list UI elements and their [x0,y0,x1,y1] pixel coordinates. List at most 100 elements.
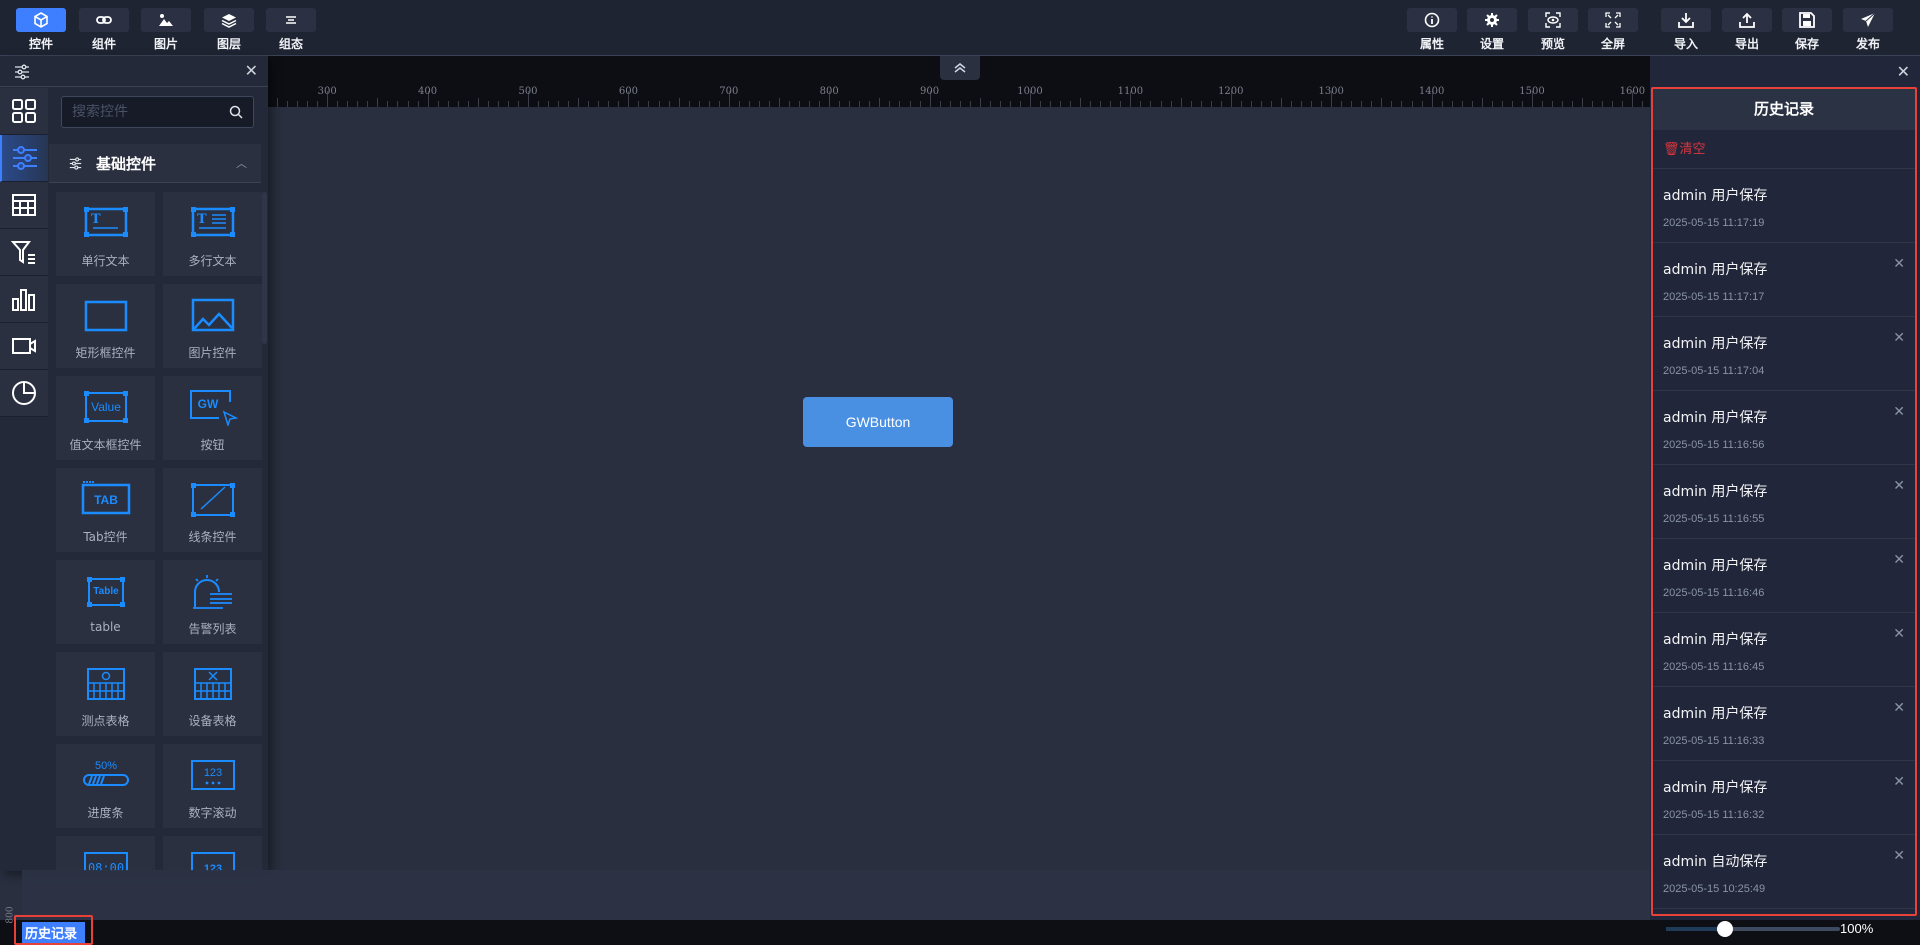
widget-tile[interactable]: 线条控件 [163,468,262,552]
widget-tile[interactable]: Table table [56,560,155,644]
clear-history-button[interactable]: 🗑清空 [1653,130,1915,169]
history-item[interactable]: admin 用户保存 2025-05-15 11:16:45 ✕ [1653,613,1915,687]
toolbar-left-button-2[interactable]: 图片 [141,8,191,52]
delete-history-icon[interactable]: ✕ [1893,330,1905,346]
ruler-label: 400 [418,86,438,97]
history-item[interactable]: admin 用户保存 2025-05-15 11:16:32 ✕ [1653,761,1915,835]
history-item[interactable]: admin 用户保存 2025-05-15 11:17:04 ✕ [1653,317,1915,391]
cube-icon [34,12,48,28]
sidebar-item-pie[interactable] [0,370,48,417]
ruler-tick [1351,101,1353,107]
widget-tile[interactable]: T 单行文本 [56,192,155,276]
ruler-tick [287,101,289,107]
sidebar-item-table[interactable] [0,182,48,229]
toolbar-right-button-5[interactable]: 导出 [1722,8,1772,52]
button-bg [204,8,254,32]
history-item[interactable]: admin 用户保存 2025-05-15 11:16:33 ✕ [1653,687,1915,761]
sidebar-item-grid[interactable] [0,88,48,135]
sidebar-item-chart[interactable] [0,276,48,323]
delete-history-icon[interactable]: ✕ [1893,552,1905,568]
history-item[interactable]: admin 用户保存 2025-05-15 11:16:46 ✕ [1653,539,1915,613]
delete-history-icon[interactable]: ✕ [1893,774,1905,790]
history-item[interactable]: admin 用户保存 2025-05-15 11:17:17 ✕ [1653,243,1915,317]
widget-icon: Value [83,391,128,423]
button-label: 控件 [28,37,53,51]
zoom-slider[interactable] [1666,921,1840,937]
ruler-label: 800 [819,86,839,97]
widget-tile[interactable]: 设备表格 [163,652,262,736]
sidebar-item-filter[interactable] [0,229,48,276]
double-chevron-up-icon [954,63,966,73]
delete-history-icon[interactable]: ✕ [1893,256,1905,272]
ruler-tick [1080,98,1082,107]
category-header-basic[interactable]: 基础控件 ︿ [49,144,261,183]
ruler-tick [1501,101,1503,107]
ruler-label: 300 [317,86,337,97]
delete-history-icon[interactable]: ✕ [1893,700,1905,716]
history-item[interactable]: admin 用户保存 2025-05-15 11:16:56 ✕ [1653,391,1915,465]
ruler-tick [307,101,309,107]
widget-tile[interactable]: 矩形框控件 [56,284,155,368]
toolbar-left-button-4[interactable]: 组态 [266,8,316,52]
delete-history-icon[interactable]: ✕ [1893,478,1905,494]
widget-tile[interactable]: 08:00 [56,836,155,871]
history-item[interactable]: admin 自动保存 2025-05-15 10:25:49 ✕ [1653,835,1915,909]
category-sidebar [0,88,48,871]
widget-tile[interactable]: TAB Tab控件 [56,468,155,552]
ruler-tick [1190,101,1192,107]
panel-scrollbar[interactable] [262,192,267,344]
widget-icon: Table [86,577,125,607]
toolbar-right-button-0[interactable]: 属性 [1407,8,1457,52]
toolbar-left-button-1[interactable]: 组件 [79,8,129,52]
widget-label: 矩形框控件 [75,346,136,360]
ruler-tick [1582,98,1584,107]
ruler-tick [447,101,449,107]
widget-tile[interactable]: 图片控件 [163,284,262,368]
widget-tile[interactable]: T 多行文本 [163,192,262,276]
widget-label: 设备表格 [188,714,237,728]
widget-search[interactable] [61,96,254,128]
ruler-label: 1600 [1619,86,1646,97]
delete-history-icon[interactable]: ✕ [1893,626,1905,642]
widget-tile[interactable]: 123 [163,836,262,871]
ruler-label: 500 [518,86,538,97]
top-toolbar: 控件 组件 图片 图层 组态 属性 设置 预览 全屏 导入 导出 保存 发布 [0,0,1920,56]
toolbar-right-button-6[interactable]: 保存 [1782,8,1832,52]
image-icon [159,14,173,26]
sidebar-item-video[interactable] [0,323,48,370]
widget-tile[interactable]: 告警列表 [163,560,262,644]
sliders-icon [13,146,37,170]
delete-history-icon[interactable]: ✕ [1893,404,1905,420]
chevron-up-icon[interactable]: ︿ [236,155,247,171]
toolbar-right-button-2[interactable]: 预览 [1528,8,1578,52]
toolbar-left-button-3[interactable]: 图层 [204,8,254,52]
zoom-value: 100% [1840,921,1874,936]
widget-tile[interactable]: 123 数字滚动 [163,744,262,828]
toolbar-right-button-4[interactable]: 导入 [1661,8,1711,52]
canvas-gw-button[interactable]: GWButton [803,397,953,447]
ruler-tick [1090,101,1092,107]
close-panel-icon[interactable]: ✕ [245,61,258,80]
toolbar-right-button-3[interactable]: 全屏 [1588,8,1638,52]
history-item[interactable]: admin 用户保存 2025-05-15 11:17:19 [1653,169,1915,243]
close-history-icon[interactable]: ✕ [1897,62,1910,81]
widget-label: 单行文本 [81,254,130,268]
ruler-tick [457,101,459,107]
delete-history-icon[interactable]: ✕ [1893,848,1905,864]
widget-tile[interactable]: 50% 进度条 [56,744,155,828]
toolbar-left-button-0[interactable]: 控件 [16,8,66,52]
widget-tile[interactable]: GW 按钮 [163,376,262,460]
collapse-toolbar-button[interactable] [940,56,980,80]
widget-icon: 123 [190,852,235,871]
search-icon[interactable] [229,105,243,119]
button-bg [1407,8,1457,32]
widget-tile[interactable]: Value 值文本框控件 [56,376,155,460]
history-action: admin 用户保存 [1663,262,1768,278]
history-item[interactable]: admin 用户保存 2025-05-15 11:16:55 ✕ [1653,465,1915,539]
history-toggle-button[interactable]: 历史记录 [14,915,93,945]
toolbar-right-button-1[interactable]: 设置 [1467,8,1517,52]
search-input[interactable] [72,104,222,120]
widget-tile[interactable]: 测点表格 [56,652,155,736]
sidebar-item-basic[interactable] [0,135,48,182]
toolbar-right-button-7[interactable]: 发布 [1843,8,1893,52]
